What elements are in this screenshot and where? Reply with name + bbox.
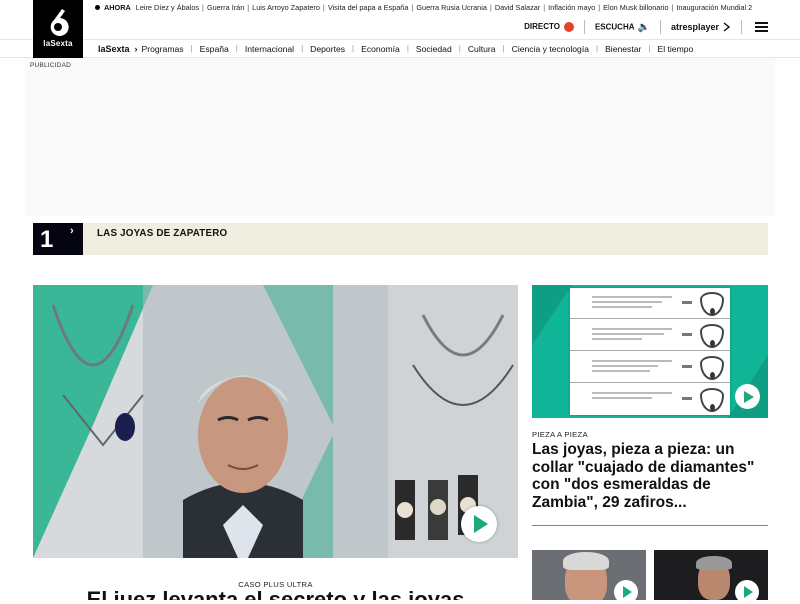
ticker-item[interactable]: Guerra Rusia Ucrania bbox=[416, 3, 487, 12]
topic-number: 1 bbox=[40, 226, 54, 253]
divider bbox=[741, 20, 742, 34]
divider bbox=[583, 20, 585, 34]
main-story-headline[interactable]: El juez levanta el secreto y las joyas bbox=[33, 589, 518, 600]
ticker-item[interactable]: Luis Arroyo Zapatero bbox=[252, 3, 320, 12]
speaker-icon: 🔈 bbox=[637, 21, 650, 33]
directo-link[interactable]: DIRECTO bbox=[524, 22, 574, 32]
play-button[interactable] bbox=[735, 384, 760, 409]
topic-number-badge: 1 › bbox=[33, 223, 83, 255]
jewelry-collage-image bbox=[33, 285, 518, 558]
play-button[interactable] bbox=[461, 506, 497, 542]
play-icon bbox=[744, 586, 753, 598]
side-story-kicker[interactable]: PIEZA A PIEZA bbox=[532, 430, 588, 439]
play-button[interactable] bbox=[614, 580, 638, 604]
nav-item-internacional[interactable]: Internacional bbox=[245, 44, 294, 54]
divider bbox=[532, 525, 768, 526]
escucha-link[interactable]: ESCUCHA 🔈 bbox=[595, 22, 650, 33]
atresplayer-link[interactable]: atresplayer bbox=[671, 22, 731, 32]
main-story-kicker[interactable]: CASO PLUS ULTRA bbox=[33, 580, 518, 589]
nav-item-programas[interactable]: Programas bbox=[142, 44, 184, 54]
ad-slot[interactable] bbox=[25, 58, 775, 216]
six-logo-icon bbox=[50, 9, 69, 36]
nav-item-tiempo[interactable]: El tiempo bbox=[657, 44, 693, 54]
nav-item-bienestar[interactable]: Bienestar bbox=[605, 44, 641, 54]
chevron-right-icon: › bbox=[134, 43, 138, 54]
ticker-item[interactable]: Inauguración Mundial 2 bbox=[676, 3, 752, 12]
nav-brand[interactable]: laSexta bbox=[98, 44, 130, 54]
chevron-right-icon: › bbox=[70, 225, 74, 237]
ticker-item[interactable]: Leire Díez y Ábalos bbox=[136, 3, 199, 12]
live-dot-icon bbox=[563, 22, 574, 32]
side-story-image[interactable] bbox=[532, 285, 768, 418]
ad-label: PUBLICIDAD bbox=[30, 62, 72, 69]
ticker-item[interactable]: Guerra Irán bbox=[207, 3, 244, 12]
lasexta-logo[interactable]: laSexta bbox=[33, 0, 83, 58]
nav-item-sociedad[interactable]: Sociedad bbox=[416, 44, 452, 54]
play-button[interactable] bbox=[735, 580, 759, 604]
nav-item-cultura[interactable]: Cultura bbox=[468, 44, 496, 54]
play-icon bbox=[623, 586, 632, 598]
nav-item-economia[interactable]: Economía bbox=[361, 44, 400, 54]
breaking-ticker: AHORA Leire Díez y Ábalos | Guerra Irán | … bbox=[95, 0, 800, 15]
nav-item-deportes[interactable]: Deportes bbox=[310, 44, 345, 54]
main-story-image[interactable] bbox=[33, 285, 518, 558]
top-bar: DIRECTO ESCUCHA 🔈 atresplayer bbox=[0, 15, 800, 39]
nav-item-espana[interactable]: España bbox=[200, 44, 229, 54]
chevron-right-icon bbox=[723, 22, 731, 32]
hamburger-menu-icon[interactable] bbox=[755, 22, 768, 32]
topic-title: LAS JOYAS DE ZAPATERO bbox=[97, 228, 228, 239]
ticker-label: AHORA bbox=[104, 3, 131, 12]
side-story-headline[interactable]: Las joyas, pieza a pieza: un collar "cua… bbox=[532, 441, 768, 511]
main-nav: laSexta › Programas | España | Internacion… bbox=[0, 39, 800, 58]
ticker-item[interactable]: Visita del papa a España bbox=[328, 3, 409, 12]
topic-bar[interactable]: 1 › LAS JOYAS DE ZAPATERO bbox=[33, 223, 768, 255]
play-icon bbox=[474, 515, 488, 533]
nav-item-ciencia[interactable]: Ciencia y tecnología bbox=[512, 44, 589, 54]
logo-text: laSexta bbox=[43, 39, 73, 48]
play-icon bbox=[744, 390, 754, 403]
ticker-item[interactable]: Elon Musk billonario bbox=[603, 3, 668, 12]
ticker-dot-icon bbox=[95, 5, 100, 10]
ticker-item[interactable]: Inflación mayo bbox=[548, 3, 595, 12]
ticker-item[interactable]: David Salazar bbox=[495, 3, 540, 12]
divider bbox=[659, 20, 661, 34]
document-thumbnail bbox=[570, 288, 730, 415]
